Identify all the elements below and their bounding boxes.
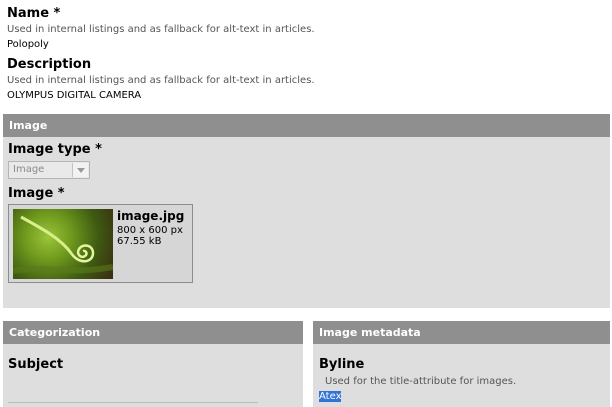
categorization-section-header[interactable]: Categorization xyxy=(3,321,303,344)
image-type-selected-value: Image xyxy=(13,164,45,175)
image-type-label: Image type * xyxy=(8,142,102,157)
image-section-body: Image type * Image Image * image.jpg 800… xyxy=(3,137,610,308)
tendril-image-icon xyxy=(13,215,113,274)
name-value[interactable]: Polopoly xyxy=(7,39,49,51)
byline-label: Byline xyxy=(319,357,365,372)
image-dimensions: 800 x 600 px xyxy=(117,225,183,236)
image-thumbnail[interactable] xyxy=(13,209,113,279)
image-metadata-section-body: Byline Used for the title-attribute for … xyxy=(313,344,610,407)
name-help-text: Used in internal listings and as fallbac… xyxy=(7,24,315,35)
byline-input[interactable]: Atex xyxy=(319,391,342,403)
categorization-section-body: Subject xyxy=(3,344,303,407)
subject-field-divider xyxy=(8,402,258,403)
chevron-down-icon[interactable] xyxy=(72,163,88,177)
description-label: Description xyxy=(7,57,92,72)
byline-value: Atex xyxy=(319,391,342,402)
subject-label: Subject xyxy=(8,357,64,372)
image-section-header[interactable]: Image xyxy=(3,114,610,137)
byline-help-text: Used for the title-attribute for images. xyxy=(325,376,517,387)
image-type-select[interactable]: Image xyxy=(8,161,90,179)
description-help-text: Used in internal listings and as fallbac… xyxy=(7,75,315,86)
image-preview-card[interactable]: image.jpg 800 x 600 px 67.55 kB xyxy=(8,204,193,283)
image-metadata-section-header[interactable]: Image metadata xyxy=(313,321,610,344)
description-value[interactable]: OLYMPUS DIGITAL CAMERA xyxy=(7,90,141,102)
image-file-name: image.jpg xyxy=(117,209,185,223)
image-field-label: Image * xyxy=(8,186,65,201)
image-file-size: 67.55 kB xyxy=(117,236,162,247)
name-label: Name * xyxy=(7,6,61,21)
